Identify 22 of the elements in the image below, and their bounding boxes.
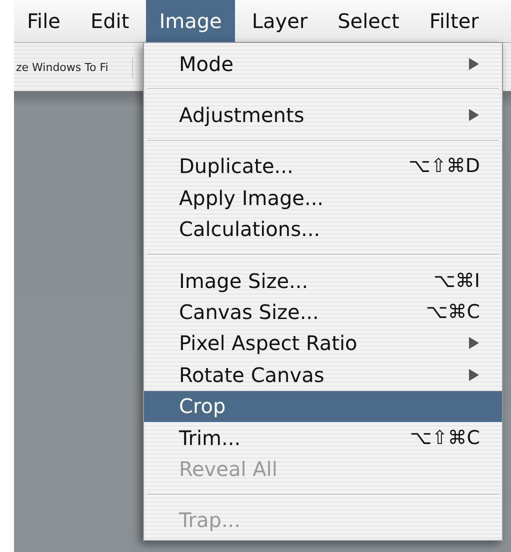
menu-item[interactable]: Mode: [144, 48, 502, 80]
menu-title[interactable]: File: [14, 0, 74, 42]
menu-title[interactable]: Filter: [416, 0, 492, 42]
menu-item[interactable]: Rotate Canvas: [144, 359, 502, 391]
menu-title[interactable]: Edit: [77, 0, 142, 42]
menu-item[interactable]: Image Size... ⌥⌘I: [144, 264, 502, 296]
submenu-arrow-icon: [468, 108, 480, 122]
menu-title[interactable]: Select: [324, 0, 412, 42]
submenu-arrow-icon: [468, 368, 480, 382]
menu-item[interactable]: Trim... ⌥⇧⌘C: [144, 422, 502, 454]
menu-item[interactable]: Crop: [144, 390, 502, 422]
menu-item[interactable]: Canvas Size... ⌥⌘C: [144, 296, 502, 328]
menu-title[interactable]: Layer: [238, 0, 321, 42]
menu-item[interactable]: Duplicate... ⌥⇧⌘D: [144, 150, 502, 182]
menu-item[interactable]: Adjustments: [144, 99, 502, 131]
menu-item[interactable]: Pixel Aspect Ratio: [144, 328, 502, 360]
toolbar-button[interactable]: ze Windows To Fi: [14, 56, 133, 78]
submenu-arrow-icon: [468, 336, 480, 350]
menu-item[interactable]: Calculations...: [144, 214, 502, 245]
submenu-arrow-icon: [468, 56, 480, 71]
menu-item[interactable]: Apply Image...: [144, 182, 502, 214]
menu-title[interactable]: Image: [146, 0, 235, 42]
